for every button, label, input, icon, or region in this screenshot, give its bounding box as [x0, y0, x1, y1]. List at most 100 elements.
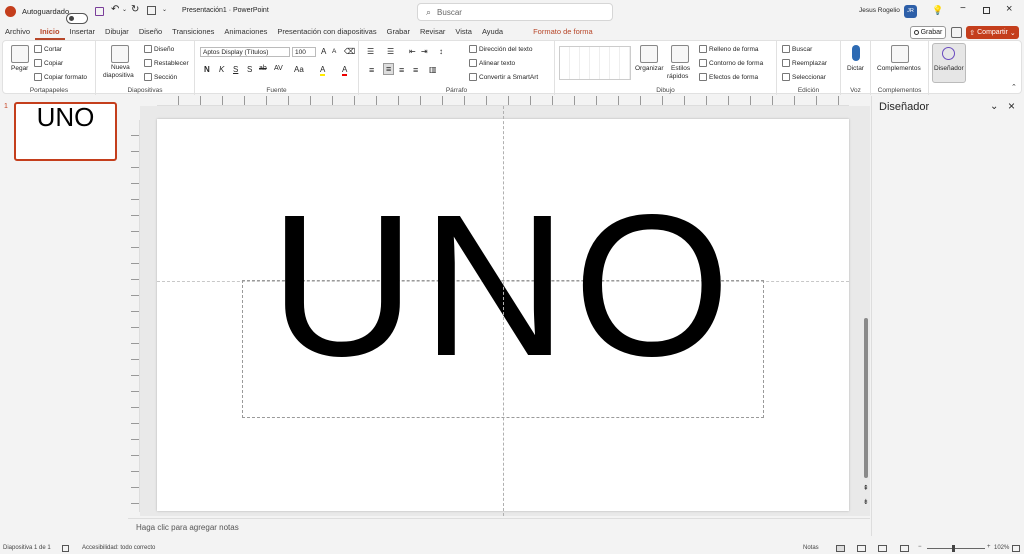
zoom-slider-thumb[interactable] [952, 545, 955, 552]
tab-vista[interactable]: Vista [450, 24, 477, 40]
tab-diseno[interactable]: Diseño [134, 24, 167, 40]
undo-dropdown-icon[interactable]: ⌄ [122, 6, 127, 13]
close-icon[interactable]: × [1008, 99, 1015, 113]
grabar-button[interactable]: Grabar [910, 26, 946, 39]
indent-increase-icon[interactable]: ⇥ [421, 47, 428, 56]
justify-icon[interactable]: ≡ [413, 65, 418, 75]
nueva-label[interactable]: Nueva [111, 64, 130, 71]
quick-styles-icon[interactable] [671, 45, 689, 63]
shapes-gallery[interactable] [559, 46, 631, 80]
buscar-button[interactable]: Buscar [782, 45, 812, 53]
autosave-toggle[interactable] [66, 12, 88, 24]
seleccionar-button[interactable]: Seleccionar [782, 73, 826, 81]
bullets-icon[interactable]: ☰ [367, 47, 374, 56]
complementos-button[interactable]: Complementos [877, 65, 921, 72]
comment-icon[interactable] [951, 27, 962, 38]
line-spacing-icon[interactable]: ↕ [439, 47, 443, 56]
user-name[interactable]: Jesus Rogelio [859, 7, 900, 14]
contorno-button[interactable]: Contorno de forma [699, 59, 763, 67]
collapse-ribbon-icon[interactable]: ⌃ [1011, 83, 1017, 91]
align-left-icon[interactable]: ≡ [369, 65, 374, 75]
seccion-button[interactable]: Sección [144, 73, 177, 81]
columns-icon[interactable]: ▥ [429, 65, 437, 74]
notes-button[interactable]: Notas [803, 545, 819, 551]
organize-icon[interactable] [640, 45, 658, 63]
organizar-label[interactable]: Organizar [635, 65, 664, 72]
lightbulb-icon[interactable]: 💡 [932, 5, 943, 16]
slide-thumbnail[interactable]: UNO [14, 102, 117, 161]
tab-animaciones[interactable]: Animaciones [219, 24, 272, 40]
indent-decrease-icon[interactable]: ⇤ [409, 47, 416, 56]
bold-button[interactable]: N [204, 65, 210, 74]
underline-button[interactable]: S [233, 65, 238, 74]
spacing-button[interactable]: AV [274, 65, 283, 72]
zoom-slider[interactable] [927, 548, 985, 549]
normal-view-icon[interactable] [836, 545, 845, 552]
italic-button[interactable]: K [219, 65, 224, 74]
zoom-out-button[interactable]: − [918, 544, 922, 550]
tab-insertar[interactable]: Insertar [65, 24, 100, 40]
tab-grabar[interactable]: Grabar [382, 24, 415, 40]
paste-icon[interactable] [11, 45, 29, 63]
fit-to-window-icon[interactable] [1012, 545, 1020, 552]
reemplazar-button[interactable]: Reemplazar [782, 59, 827, 67]
zoom-in-button[interactable]: + [987, 544, 991, 550]
avatar[interactable]: JR [904, 5, 917, 18]
save-icon[interactable] [95, 7, 104, 16]
grow-font-button[interactable]: A [321, 47, 326, 56]
relleno-button[interactable]: Relleno de forma [699, 45, 759, 53]
close-icon[interactable]: × [1006, 3, 1012, 15]
numbering-icon[interactable]: ☰ [387, 47, 394, 56]
smartart-button[interactable]: Convertir a SmartArt [469, 73, 538, 81]
compartir-button[interactable]: ⇧ Compartir ⌄ [966, 26, 1019, 39]
minimize-icon[interactable]: − [960, 3, 966, 14]
undo-icon[interactable]: ↶ [111, 4, 119, 15]
font-size-select[interactable]: 100 [292, 47, 316, 57]
zoom-level[interactable]: 102% [994, 545, 1009, 551]
next-slide-icon[interactable]: ⇟ [863, 498, 869, 506]
vertical-scrollbar[interactable]: ⇞ ⇟ [862, 120, 870, 512]
slide-sorter-icon[interactable] [857, 545, 866, 552]
prev-slide-icon[interactable]: ⇞ [863, 484, 869, 492]
diseno-button[interactable]: Diseño [144, 45, 174, 53]
scrollbar-thumb[interactable] [864, 318, 868, 478]
spellcheck-icon[interactable] [62, 545, 69, 552]
search-box[interactable]: ⌕ Buscar [417, 3, 613, 21]
font-color-button[interactable]: A [342, 65, 348, 76]
present-icon[interactable] [147, 6, 156, 15]
tab-archivo[interactable]: Archivo [0, 24, 35, 40]
microphone-icon[interactable] [852, 45, 860, 61]
rapidos-label[interactable]: rápidos [667, 73, 688, 80]
tab-revisar[interactable]: Revisar [415, 24, 450, 40]
tab-presentacion[interactable]: Presentación con diapositivas [272, 24, 381, 40]
tab-dibujar[interactable]: Dibujar [100, 24, 134, 40]
dictar-button[interactable]: Dictar [847, 65, 864, 72]
customize-toolbar-icon[interactable]: ⌄ [162, 6, 167, 13]
highlight-button[interactable]: A [320, 65, 326, 76]
align-center-icon[interactable]: ≡ [383, 63, 395, 75]
pegar-button[interactable]: Pegar [11, 65, 28, 72]
cortar-button[interactable]: Cortar [34, 45, 62, 53]
shadow-button[interactable]: S [247, 65, 252, 74]
font-name-select[interactable]: Aptos Display (Títulos) [200, 47, 290, 57]
direccion-texto-button[interactable]: Dirección del texto [469, 45, 532, 53]
new-slide-icon[interactable] [111, 45, 129, 63]
slideshow-icon[interactable] [900, 545, 909, 552]
change-case-button[interactable]: Aa [294, 65, 304, 74]
strike-button[interactable]: ab [259, 65, 267, 72]
redo-icon[interactable]: ↻ [131, 4, 139, 15]
clear-format-icon[interactable]: ⌫ [344, 47, 355, 56]
align-right-icon[interactable]: ≡ [399, 65, 404, 75]
reading-view-icon[interactable] [878, 545, 887, 552]
tab-formato-de-forma[interactable]: Formato de forma [528, 24, 598, 40]
alinear-texto-button[interactable]: Alinear texto [469, 59, 515, 67]
diapositiva-label[interactable]: diapositiva [103, 72, 134, 79]
efectos-button[interactable]: Efectos de forma [699, 73, 758, 81]
accessibility-status[interactable]: Accesibilidad: todo correcto [82, 545, 155, 551]
shrink-font-button[interactable]: A [332, 48, 336, 55]
chevron-down-icon[interactable]: ⌄ [990, 101, 998, 112]
addins-icon[interactable] [891, 45, 909, 63]
notes-pane[interactable]: Haga clic para agregar notas [128, 518, 870, 536]
tab-inicio[interactable]: Inicio [35, 24, 65, 40]
restore-icon[interactable] [983, 7, 990, 14]
